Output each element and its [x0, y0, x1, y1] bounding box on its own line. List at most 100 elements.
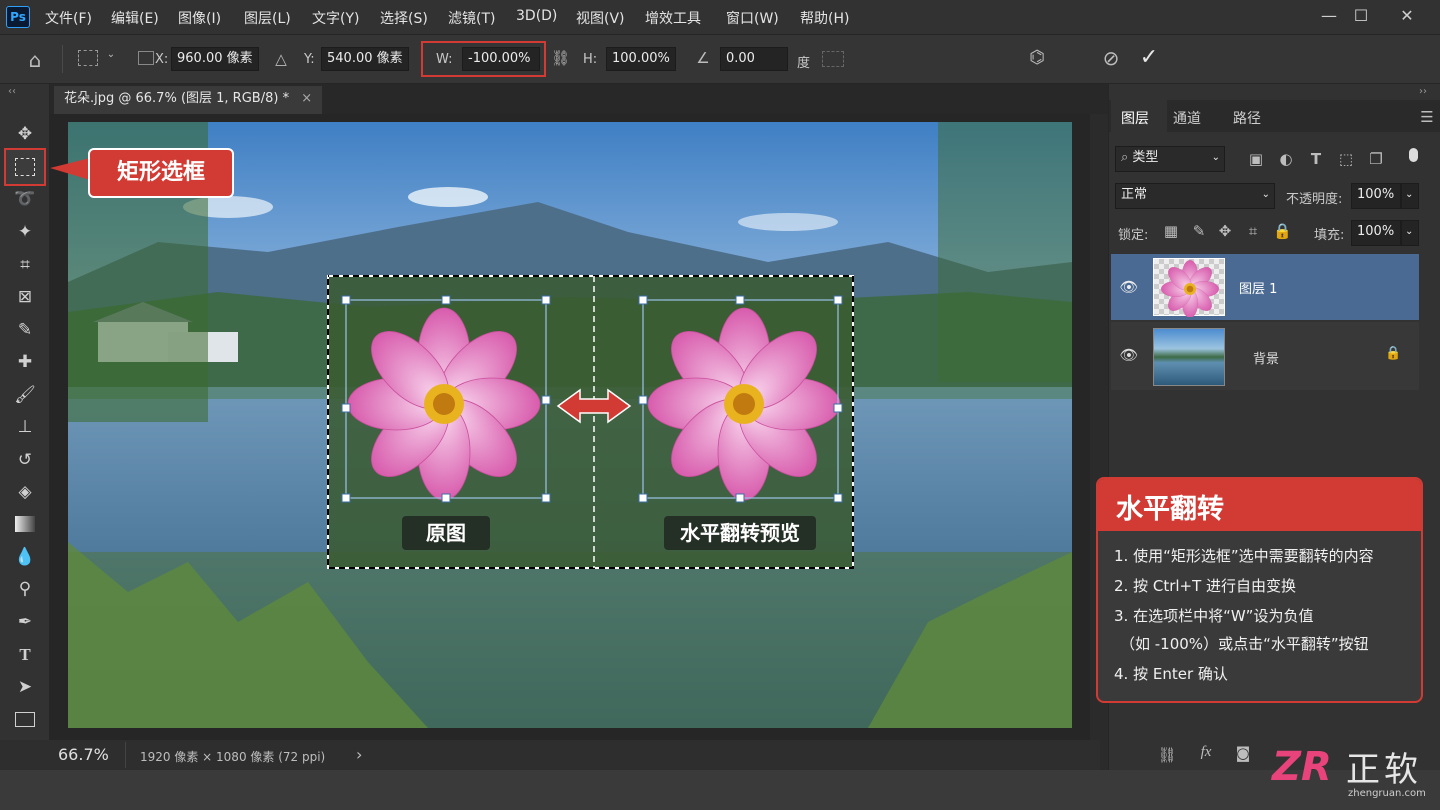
- link-icon[interactable]: ⛓: [551, 49, 570, 67]
- type-tool-icon[interactable]: T: [9, 642, 41, 668]
- filter-smart-object-icon[interactable]: ❐: [1367, 150, 1385, 168]
- zoom-level[interactable]: 66.7%: [58, 745, 109, 764]
- fill-field[interactable]: 100%: [1351, 220, 1401, 246]
- panel-menu-icon[interactable]: ☰: [1419, 108, 1435, 126]
- document-title: 花朵.jpg @ 66.7% (图层 1, RGB/8) *: [64, 91, 290, 106]
- collapse-icon[interactable]: ‹‹: [8, 86, 16, 97]
- pen-tool-icon[interactable]: ✒: [9, 609, 41, 635]
- filter-type-icon[interactable]: T: [1307, 150, 1325, 168]
- expand-icon[interactable]: ››: [1419, 86, 1427, 97]
- frame-tool-icon[interactable]: ⊠: [9, 284, 41, 310]
- step-3-continued: （如 -100%）或点击“水平翻转”按钮: [1120, 635, 1369, 653]
- stamp-tool-icon[interactable]: ⊥: [9, 414, 41, 440]
- angle-field[interactable]: 0.00: [720, 47, 788, 71]
- background-layer-name[interactable]: 背景: [1253, 348, 1279, 367]
- bottom-bar: [0, 770, 1440, 810]
- filter-toggle-icon[interactable]: [1409, 148, 1418, 162]
- document-tab[interactable]: 花朵.jpg @ 66.7% (图层 1, RGB/8) * ×: [54, 86, 323, 114]
- dodge-tool-icon[interactable]: ⚲: [9, 576, 41, 602]
- filter-adjustment-icon[interactable]: ◐: [1277, 150, 1295, 168]
- interpolation-icon[interactable]: [822, 51, 844, 67]
- w-label: W:: [436, 52, 453, 67]
- magic-wand-icon[interactable]: ✦: [9, 219, 41, 245]
- layer-row-background[interactable]: 👁 背景 🔒: [1111, 322, 1419, 390]
- watermark-site: zhengruan.com: [1348, 788, 1426, 799]
- eraser-tool-icon[interactable]: ◈: [9, 479, 41, 505]
- delta-icon[interactable]: △: [272, 50, 290, 68]
- filter-shape-icon[interactable]: ⬚: [1337, 150, 1355, 168]
- filter-pixel-icon[interactable]: ▣: [1247, 150, 1265, 168]
- y-field[interactable]: 540.00 像素: [321, 47, 409, 71]
- divider: [125, 742, 126, 768]
- layer-mask-icon[interactable]: ◙: [1233, 744, 1253, 762]
- lock-image-icon[interactable]: ✎: [1191, 222, 1207, 240]
- document-canvas[interactable]: 原图 水平翻转预览: [68, 122, 1072, 728]
- lock-all-icon[interactable]: 🔒: [1273, 222, 1292, 240]
- landscape-photo: [68, 122, 1072, 728]
- tab-layers[interactable]: 图层: [1121, 108, 1149, 128]
- status-menu-arrow[interactable]: ›: [356, 745, 362, 764]
- flip-title: 水平翻转: [1116, 494, 1224, 525]
- lasso-tool-icon[interactable]: ➰: [9, 186, 41, 212]
- lock-transparent-icon[interactable]: ▦: [1163, 222, 1179, 240]
- layer-row-layer1[interactable]: 👁 图层 1: [1111, 254, 1419, 320]
- blend-mode-select[interactable]: 正常 ⌄: [1115, 183, 1275, 209]
- lock-position-icon[interactable]: ✥: [1217, 222, 1233, 240]
- menu-file[interactable]: 文件(F): [45, 8, 92, 28]
- height-field[interactable]: 100.00%: [606, 47, 676, 71]
- crop-tool-icon[interactable]: ⌗: [9, 252, 41, 278]
- chevron-down-icon[interactable]: ⌄: [104, 49, 118, 60]
- options-bar: ⌂ ⌄ X: 960.00 像素 △ Y: 540.00 像素 W: -100.…: [0, 34, 1440, 84]
- photoshop-logo: Ps: [6, 6, 30, 28]
- tab-paths[interactable]: 路径: [1233, 108, 1261, 128]
- menu-3d[interactable]: 3D(D): [516, 8, 557, 24]
- visibility-eye-icon[interactable]: 👁: [1119, 346, 1139, 364]
- home-icon[interactable]: ⌂: [22, 48, 48, 72]
- gradient-tool-icon[interactable]: [15, 516, 35, 532]
- rectangular-marquee-icon[interactable]: [15, 158, 35, 176]
- tab-channels[interactable]: 通道: [1173, 108, 1201, 128]
- menu-window[interactable]: 窗口(W): [726, 8, 779, 28]
- path-selection-icon[interactable]: ➤: [9, 674, 41, 700]
- opacity-dropdown-icon[interactable]: ⌄: [1401, 183, 1419, 209]
- maximize-button[interactable]: ☐: [1342, 4, 1380, 28]
- move-tool-icon[interactable]: ✥: [9, 121, 41, 147]
- warp-icon[interactable]: ⌬: [1024, 47, 1050, 68]
- layer1-name[interactable]: 图层 1: [1239, 278, 1277, 297]
- eyedropper-icon[interactable]: ✎: [9, 317, 41, 343]
- rectangle-tool-icon[interactable]: [15, 712, 35, 727]
- brush-tool-icon[interactable]: 🖌: [9, 382, 41, 408]
- menu-type[interactable]: 文字(Y): [312, 8, 359, 28]
- history-brush-icon[interactable]: ↺: [9, 447, 41, 473]
- width-field[interactable]: -100.00%: [462, 47, 540, 71]
- filter-kind-select[interactable]: ⌕ 类型 ⌄: [1115, 146, 1225, 172]
- reference-point-icon[interactable]: [78, 50, 98, 66]
- x-field[interactable]: 960.00 像素: [171, 47, 259, 71]
- fill-dropdown-icon[interactable]: ⌄: [1401, 220, 1419, 246]
- angle-unit: 度: [797, 56, 811, 71]
- blur-tool-icon[interactable]: 💧: [9, 544, 41, 570]
- opacity-field[interactable]: 100%: [1351, 183, 1401, 209]
- menu-filter[interactable]: 滤镜(T): [448, 8, 495, 28]
- tab-close-icon[interactable]: ×: [301, 91, 312, 106]
- visibility-eye-icon[interactable]: 👁: [1119, 278, 1139, 296]
- cancel-transform-icon[interactable]: ⊘: [1098, 46, 1124, 70]
- commit-transform-icon[interactable]: ✓: [1136, 45, 1162, 70]
- layer-style-icon[interactable]: fx: [1195, 744, 1217, 761]
- link-layers-icon[interactable]: ⛓: [1157, 746, 1177, 764]
- search-icon: ⌕: [1121, 150, 1129, 165]
- menu-image[interactable]: 图像(I): [178, 8, 221, 28]
- close-window-button[interactable]: ✕: [1388, 4, 1426, 28]
- watermark-logo: ZR: [1272, 744, 1332, 790]
- healing-brush-icon[interactable]: ✚: [9, 349, 41, 375]
- reference-locator-icon: [138, 51, 154, 65]
- menu-help[interactable]: 帮助(H): [800, 8, 849, 28]
- menu-select[interactable]: 选择(S): [380, 8, 428, 28]
- menu-layer[interactable]: 图层(L): [244, 8, 291, 28]
- menu-view[interactable]: 视图(V): [576, 8, 625, 28]
- lock-artboard-icon[interactable]: ⌗: [1245, 222, 1261, 240]
- menu-plugins[interactable]: 增效工具: [645, 8, 701, 28]
- chevron-down-icon: ⌄: [1261, 189, 1270, 200]
- menu-edit[interactable]: 编辑(E): [111, 8, 159, 28]
- flip-instructions-callout: 水平翻转 1. 使用“矩形选框”选中需要翻转的内容 2. 按 Ctrl+T 进行…: [1096, 477, 1423, 703]
